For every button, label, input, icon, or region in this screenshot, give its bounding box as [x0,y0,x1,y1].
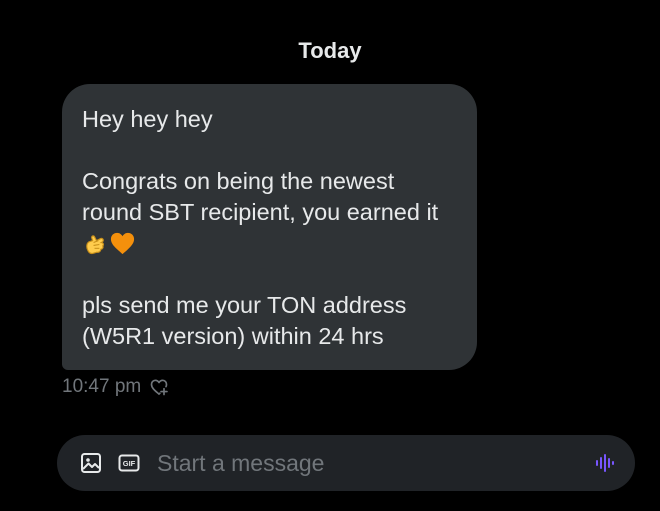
gif-icon[interactable]: GIF [117,451,141,475]
image-icon[interactable] [79,451,103,475]
voice-waveform-icon[interactable] [593,451,617,475]
message-line-greeting: Hey hey hey [82,106,213,132]
gif-icon-label: GIF [123,459,136,468]
orange-heart-emoji [109,230,136,257]
message-bubble[interactable]: Hey hey hey Congrats on being the newest… [62,84,477,370]
pinching-hand-emoji [82,230,109,257]
message-paragraph-congrats: Congrats on being the newest round SBT r… [82,166,457,259]
heart-plus-icon[interactable] [149,377,169,397]
date-separator: Today [298,38,362,63]
message-composer: GIF [57,435,635,491]
message-meta: 10:47 pm [62,374,169,400]
message-timestamp: 10:47 pm [62,376,142,397]
message-paragraph-request: pls send me your TON address (W5R1 versi… [82,292,407,349]
message-input[interactable] [157,449,585,477]
message-congrats-text: Congrats on being the newest round SBT r… [82,168,439,225]
